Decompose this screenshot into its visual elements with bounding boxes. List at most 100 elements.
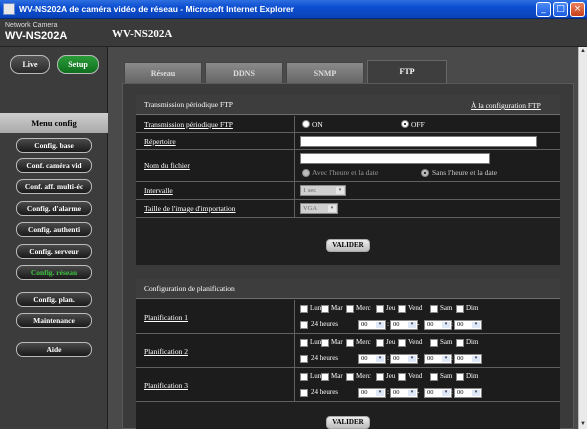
menu-maintenance[interactable]: Maintenance <box>16 313 92 328</box>
ftp-config-link[interactable]: À la configuration FTP <box>471 101 541 110</box>
day-checkbox[interactable] <box>300 305 308 313</box>
day-label: Jeu <box>386 304 396 312</box>
time-select[interactable]: 00 ▾ <box>424 320 452 330</box>
time-colon: : <box>387 388 389 396</box>
time-colon: : <box>451 320 453 328</box>
day-label: Dim <box>466 304 479 312</box>
day-checkbox[interactable] <box>321 305 329 313</box>
time-select[interactable]: 00 ▾ <box>390 354 418 364</box>
time-select[interactable]: 00 ▾ <box>424 354 452 364</box>
menu-config-reseau[interactable]: Config. réseau <box>16 265 92 280</box>
hours24-checkbox[interactable] <box>300 321 308 329</box>
time-dash: - <box>417 388 420 396</box>
schedule-label: Planification 3 <box>144 381 188 390</box>
menu-config-authenti[interactable]: Config. authenti <box>16 222 92 237</box>
time-select[interactable]: 00 ▾ <box>454 354 482 364</box>
day-checkbox[interactable] <box>321 373 329 381</box>
day-checkbox[interactable] <box>430 339 438 347</box>
schedule-row: Planification 2 Lun Mar Merc Jeu Vend Sam Dim 24… <box>136 334 560 368</box>
with-time-radio[interactable] <box>302 169 310 177</box>
time-colon: : <box>387 320 389 328</box>
menu-conf-camera-video[interactable]: Conf. caméra vid <box>16 158 92 173</box>
day-checkbox[interactable] <box>376 373 384 381</box>
menu-config-plan[interactable]: Config. plan. <box>16 292 92 307</box>
scroll-down-icon[interactable]: ▼ <box>579 420 587 429</box>
day-checkbox[interactable] <box>376 305 384 313</box>
hours24-label: 24 heures <box>311 354 339 362</box>
day-checkbox[interactable] <box>376 339 384 347</box>
menu-config-serveur[interactable]: Config. serveur <box>16 244 92 259</box>
schedule-section: Configuration de planification Planifica… <box>136 279 560 429</box>
scroll-up-icon[interactable]: ▲ <box>579 47 587 56</box>
maximize-button[interactable]: □ <box>553 2 568 17</box>
tab-ddns[interactable]: DDNS <box>205 62 283 83</box>
day-checkbox[interactable] <box>398 305 406 313</box>
time-select[interactable]: 00 ▾ <box>424 388 452 398</box>
day-label: Mar <box>331 304 343 312</box>
setup-button[interactable]: Setup <box>57 55 99 74</box>
day-label: Vend <box>408 372 423 380</box>
day-label: Sam <box>440 372 453 380</box>
size-label: Taille de l'image d'importation <box>144 204 236 213</box>
repertoire-input[interactable] <box>300 136 537 147</box>
ftp-panel: Transmission périodique FTP À la configu… <box>122 83 574 429</box>
day-checkbox[interactable] <box>321 339 329 347</box>
tab-ftp[interactable]: FTP <box>367 60 447 83</box>
schedule-row: Planification 1 Lun Mar Merc Jeu Vend Sam Dim 24… <box>136 300 560 334</box>
time-select[interactable]: 00 ▾ <box>358 354 386 364</box>
day-checkbox[interactable] <box>456 339 464 347</box>
time-select[interactable]: 00 ▾ <box>454 388 482 398</box>
time-select[interactable]: 00 ▾ <box>454 320 482 330</box>
chevron-down-icon: ▾ <box>408 390 416 396</box>
tab-reseau[interactable]: Réseau <box>124 62 202 83</box>
app-header: Network Camera WV-NS202A WV-NS202A <box>0 19 587 47</box>
repertoire-row: Répertoire <box>136 133 560 150</box>
hours24-checkbox[interactable] <box>300 355 308 363</box>
day-checkbox[interactable] <box>300 339 308 347</box>
day-checkbox[interactable] <box>456 373 464 381</box>
minimize-button[interactable]: _ <box>536 2 551 17</box>
menu-aide[interactable]: Aide <box>16 342 92 357</box>
filename-row: Nom du fichier Avec l'heure et la date S… <box>136 150 560 182</box>
day-checkbox[interactable] <box>346 305 354 313</box>
time-select[interactable]: 00 ▾ <box>390 388 418 398</box>
without-time-radio[interactable] <box>421 169 429 177</box>
time-select[interactable]: 00 ▾ <box>390 320 418 330</box>
live-button[interactable]: Live <box>10 55 50 74</box>
network-camera-label: Network Camera <box>5 22 58 29</box>
vertical-scrollbar[interactable]: ▲ ▼ <box>578 47 587 429</box>
off-radio[interactable] <box>401 120 409 128</box>
size-select[interactable]: VGA ▾ <box>300 203 338 214</box>
ftp-valider-button[interactable]: VALIDER <box>326 239 370 252</box>
day-checkbox[interactable] <box>456 305 464 313</box>
schedule-valider-button[interactable]: VALIDER <box>326 416 370 429</box>
interval-select[interactable]: 1 sec ▾ <box>300 185 346 196</box>
repertoire-label: Répertoire <box>144 137 176 146</box>
close-button[interactable]: × <box>570 2 585 17</box>
menu-config-base[interactable]: Config. base <box>16 138 92 153</box>
day-checkbox[interactable] <box>430 373 438 381</box>
day-label: Jeu <box>386 372 396 380</box>
time-select[interactable]: 00 ▾ <box>358 388 386 398</box>
window-titlebar: WV-NS202A de caméra vidéo de réseau - Mi… <box>0 0 587 19</box>
day-checkbox[interactable] <box>346 339 354 347</box>
day-label: Merc <box>356 304 371 312</box>
on-label: ON <box>312 120 323 129</box>
time-colon: : <box>451 354 453 362</box>
hours24-checkbox[interactable] <box>300 389 308 397</box>
chevron-down-icon: ▾ <box>472 322 480 328</box>
on-radio[interactable] <box>302 120 310 128</box>
day-checkbox[interactable] <box>398 339 406 347</box>
menu-config-alarme[interactable]: Config. d'alarme <box>16 201 92 216</box>
day-checkbox[interactable] <box>398 373 406 381</box>
menu-conf-multi-screen[interactable]: Conf. aff. multi-éc <box>16 179 92 194</box>
day-checkbox[interactable] <box>300 373 308 381</box>
time-select[interactable]: 00 ▾ <box>358 320 386 330</box>
day-checkbox[interactable] <box>430 305 438 313</box>
tab-snmp[interactable]: SNMP <box>286 62 364 83</box>
filename-input[interactable] <box>300 153 490 164</box>
day-checkbox[interactable] <box>346 373 354 381</box>
transmission-row: Transmission périodique FTP ON OFF <box>136 116 560 133</box>
chevron-down-icon: ▾ <box>442 390 450 396</box>
filename-label: Nom du fichier <box>144 161 190 170</box>
